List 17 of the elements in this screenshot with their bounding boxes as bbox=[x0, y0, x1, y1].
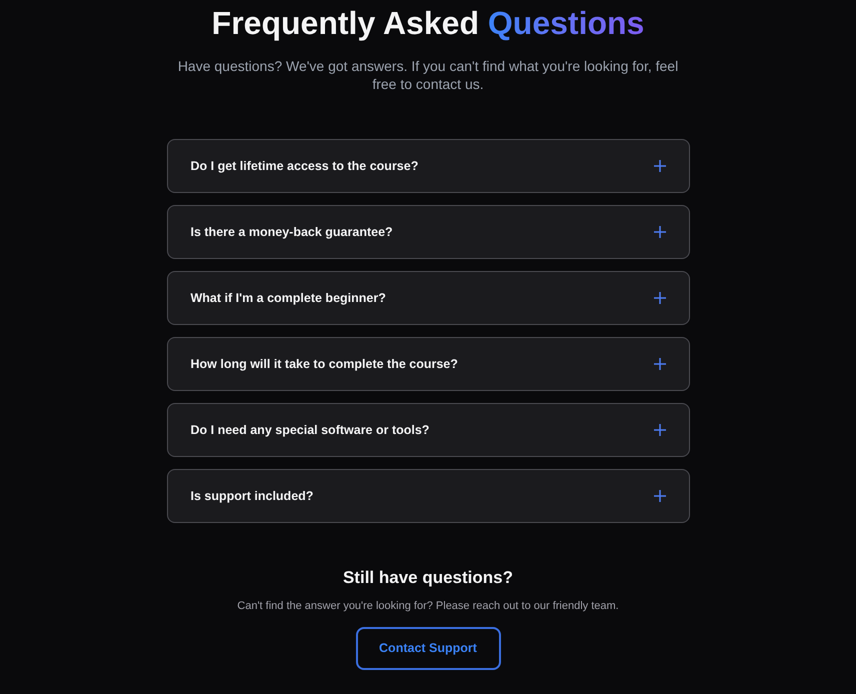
faq-item[interactable]: Is there a money-back guarantee? bbox=[166, 205, 690, 259]
plus-icon bbox=[652, 291, 666, 305]
faq-item[interactable]: What if I'm a complete beginner? bbox=[166, 271, 690, 325]
plus-icon bbox=[652, 357, 666, 371]
plus-icon bbox=[652, 159, 666, 173]
contact-text: Can't find the answer you're looking for? Please reach out to our friendly team. bbox=[237, 599, 619, 613]
subtitle: Have questions? We've got answers. If you can't find what you're looking for, feel free to contact us. bbox=[176, 57, 680, 93]
plus-icon bbox=[652, 225, 666, 239]
page-title: Frequently Asked Questions bbox=[212, 4, 644, 42]
contact-title: Still have questions? bbox=[342, 567, 514, 589]
contact-support-button[interactable]: Contact Support bbox=[356, 627, 500, 670]
faq-item[interactable]: Do I need any special software or tools? bbox=[166, 403, 690, 457]
faq-item[interactable]: Do I get lifetime access to the course? bbox=[166, 139, 690, 193]
faq-item[interactable]: How long will it take to complete the course? bbox=[166, 337, 690, 391]
plus-icon bbox=[652, 423, 666, 437]
plus-icon bbox=[652, 489, 666, 503]
faq-item[interactable]: Is support included? bbox=[166, 469, 690, 523]
